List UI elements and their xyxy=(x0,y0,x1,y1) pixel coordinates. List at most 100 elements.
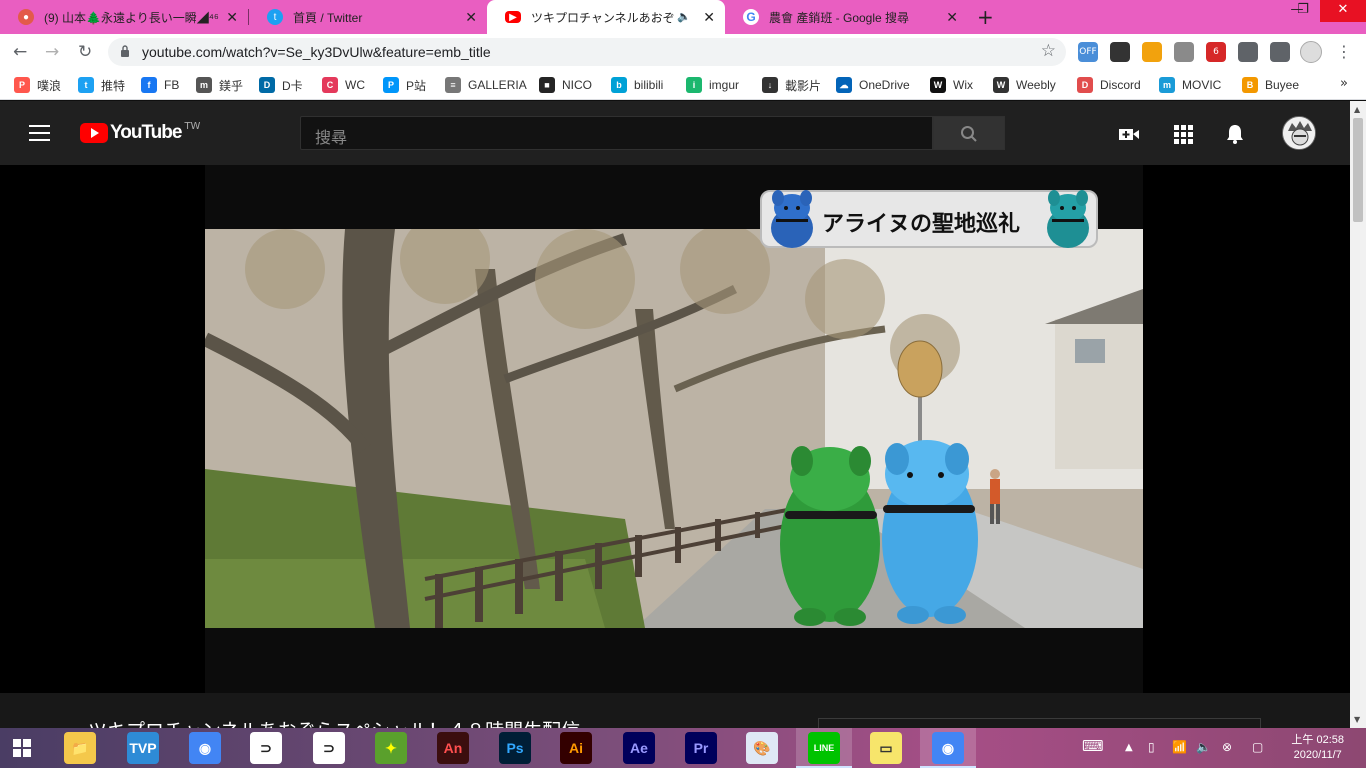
no-connection-icon[interactable]: ⊗ xyxy=(1222,740,1232,754)
chrome-window-icon[interactable]: ◉ xyxy=(932,732,964,764)
bookmark-facebook[interactable]: f FB xyxy=(141,76,179,94)
after-effects-icon[interactable]: Ae xyxy=(623,732,655,764)
scroll-up-arrow-icon[interactable]: ▲ xyxy=(1354,105,1360,114)
bookmark-imgur[interactable]: i imgur xyxy=(686,76,739,94)
bookmark-label: P站 xyxy=(406,78,427,93)
bookmarks-overflow-button[interactable]: » xyxy=(1340,76,1348,91)
audio-playing-icon[interactable]: 🔈 xyxy=(677,10,691,23)
clip-studio-icon[interactable]: ⊃ xyxy=(250,732,282,764)
tab-close-icon[interactable]: ✕ xyxy=(946,9,958,26)
lock-icon[interactable] xyxy=(120,45,130,57)
imgur-icon: i xyxy=(686,77,702,93)
tray-expand-icon[interactable]: ▲ xyxy=(1125,742,1133,753)
sticky-notes-icon[interactable]: ▭ xyxy=(870,732,902,764)
premiere-icon[interactable]: Pr xyxy=(685,732,717,764)
bookmark-movic[interactable]: m MOVIC xyxy=(1159,76,1221,94)
bookmark-label: 推特 xyxy=(101,78,126,93)
animate-icon[interactable]: An xyxy=(437,732,469,764)
tab-close-icon[interactable]: ✕ xyxy=(226,9,238,26)
volume-icon[interactable]: 🔈 xyxy=(1196,740,1211,754)
search-button[interactable] xyxy=(933,116,1005,150)
close-window-button[interactable]: ✕ xyxy=(1320,0,1366,22)
chrome-icon[interactable]: ◉ xyxy=(189,732,221,764)
back-button[interactable]: ← xyxy=(13,42,27,62)
clock-time: 上午 02:58 xyxy=(1291,734,1344,746)
ninja-extension-icon[interactable] xyxy=(1110,42,1130,62)
bookmark-mefu[interactable]: m 鎂乎 xyxy=(196,76,243,94)
bookmark-bilibili[interactable]: b bilibili xyxy=(611,76,663,94)
notify-extension-icon[interactable]: 6 xyxy=(1206,42,1226,62)
playlist-extension-icon[interactable] xyxy=(1270,42,1290,62)
network-icon[interactable]: 📶 xyxy=(1172,740,1187,754)
puzzle-extension-icon[interactable] xyxy=(1238,42,1258,62)
download-icon: ↓ xyxy=(762,77,778,93)
bookmark-label: Wix xyxy=(953,78,973,92)
bookmark-dcard[interactable]: D D卡 xyxy=(259,76,303,94)
url-text[interactable]: youtube.com/watch?v=Se_ky3DvUlw&feature=… xyxy=(142,44,491,60)
bookmark-galleria[interactable]: ≡ GALLERIA xyxy=(445,76,527,94)
bookmark-wc[interactable]: C WC xyxy=(322,76,365,94)
google-favicon-icon: G xyxy=(743,9,759,25)
chrome-menu-icon[interactable]: ⋮ xyxy=(1336,42,1352,61)
notifications-bell-icon[interactable] xyxy=(1224,123,1246,145)
create-video-icon[interactable] xyxy=(1118,123,1140,145)
bookmark-label: bilibili xyxy=(634,78,664,92)
file-explorer-icon[interactable]: 📁 xyxy=(64,732,96,764)
new-tab-button[interactable]: + xyxy=(977,5,994,29)
bookmark-weebly[interactable]: W Weebly xyxy=(993,76,1056,94)
tab-youtube-active[interactable]: ▶ ツキプロチャンネルあおぞ 🔈 ✕ xyxy=(487,0,725,34)
account-avatar[interactable] xyxy=(1282,116,1316,150)
wc-icon: C xyxy=(322,77,338,93)
scrollbar-thumb[interactable] xyxy=(1353,118,1363,222)
scroll-down-arrow-icon[interactable]: ▼ xyxy=(1354,715,1360,724)
translate-extension-icon[interactable] xyxy=(1142,42,1162,62)
address-bar[interactable]: youtube.com/watch?v=Se_ky3DvUlw&feature=… xyxy=(108,38,1066,66)
windows-start-icon[interactable] xyxy=(13,739,31,757)
guide-menu-icon[interactable] xyxy=(29,125,50,141)
reload-button[interactable]: ↻ xyxy=(78,42,92,62)
notification-center-icon[interactable]: ▢ xyxy=(1252,740,1263,754)
bookmark-plurk[interactable]: P 噗浪 xyxy=(14,76,61,94)
bookmark-label: D卡 xyxy=(282,78,303,93)
tablet-icon[interactable]: ▯ xyxy=(1148,740,1155,754)
bookmark-pixiv[interactable]: P P站 xyxy=(383,76,426,94)
photoshop-icon[interactable]: Ps xyxy=(499,732,531,764)
profile-avatar[interactable] xyxy=(1300,41,1322,63)
tvp-icon[interactable]: TVP xyxy=(127,732,159,764)
page-scrollbar[interactable]: ▲ ▼ xyxy=(1350,101,1366,728)
tab-label: 首頁 / Twitter xyxy=(293,10,363,25)
adblock-off-extension-icon[interactable]: OFF xyxy=(1078,42,1098,62)
tab-strip: ● (9) 山本🌲永遠より長い一瞬◢⁴⁶ ✕ t 首頁 / Twitter ✕ … xyxy=(0,0,1366,34)
tab-twitter[interactable]: t 首頁 / Twitter ✕ xyxy=(249,0,487,34)
line-icon[interactable]: LINE xyxy=(808,732,840,764)
paint-icon[interactable]: 🎨 xyxy=(746,732,778,764)
system-clock[interactable]: 上午 02:58 2020/11/7 xyxy=(1291,733,1344,763)
bookmark-star-icon[interactable]: ☆ xyxy=(1041,41,1056,61)
bookmark-label: 載影片 xyxy=(785,78,822,93)
tab-google-search[interactable]: G 農會 產銷班 - Google 搜尋 ✕ xyxy=(725,0,968,34)
tab-plurk[interactable]: ● (9) 山本🌲永遠より長い一瞬◢⁴⁶ ✕ xyxy=(0,0,248,34)
illustrator-icon[interactable]: Ai xyxy=(560,732,592,764)
planet-app-icon[interactable]: ✦ xyxy=(375,732,407,764)
youtube-logo[interactable]: YouTube TW xyxy=(80,121,200,144)
tab-label: (9) 山本🌲永遠より長い一瞬◢⁴⁶ xyxy=(44,10,219,25)
cloud-extension-icon[interactable] xyxy=(1174,42,1194,62)
tab-close-icon[interactable]: ✕ xyxy=(703,9,715,26)
tab-close-icon[interactable]: ✕ xyxy=(465,9,477,26)
clip-studio-paint-icon[interactable]: ⊃ xyxy=(313,732,345,764)
bookmark-buyee[interactable]: B Buyee xyxy=(1242,76,1299,94)
dcard-icon: D xyxy=(259,77,275,93)
bookmark-wix[interactable]: W Wix xyxy=(930,76,973,94)
search-input[interactable]: 搜尋 xyxy=(300,116,933,150)
video-frame[interactable] xyxy=(205,229,1143,628)
forward-button[interactable]: → xyxy=(45,42,59,62)
bookmark-label: Weebly xyxy=(1016,78,1056,92)
live-chat-panel[interactable] xyxy=(818,718,1261,728)
bookmark-discord[interactable]: D Discord xyxy=(1077,76,1141,94)
bookmark-download[interactable]: ↓ 載影片 xyxy=(762,76,821,94)
apps-grid-icon[interactable] xyxy=(1172,123,1194,145)
bookmark-nico[interactable]: ■ NICO xyxy=(539,76,592,94)
keyboard-icon[interactable]: ⌨ xyxy=(1082,737,1104,755)
bookmark-twitter[interactable]: t 推特 xyxy=(78,76,125,94)
bookmark-onedrive[interactable]: ☁ OneDrive xyxy=(836,76,910,94)
